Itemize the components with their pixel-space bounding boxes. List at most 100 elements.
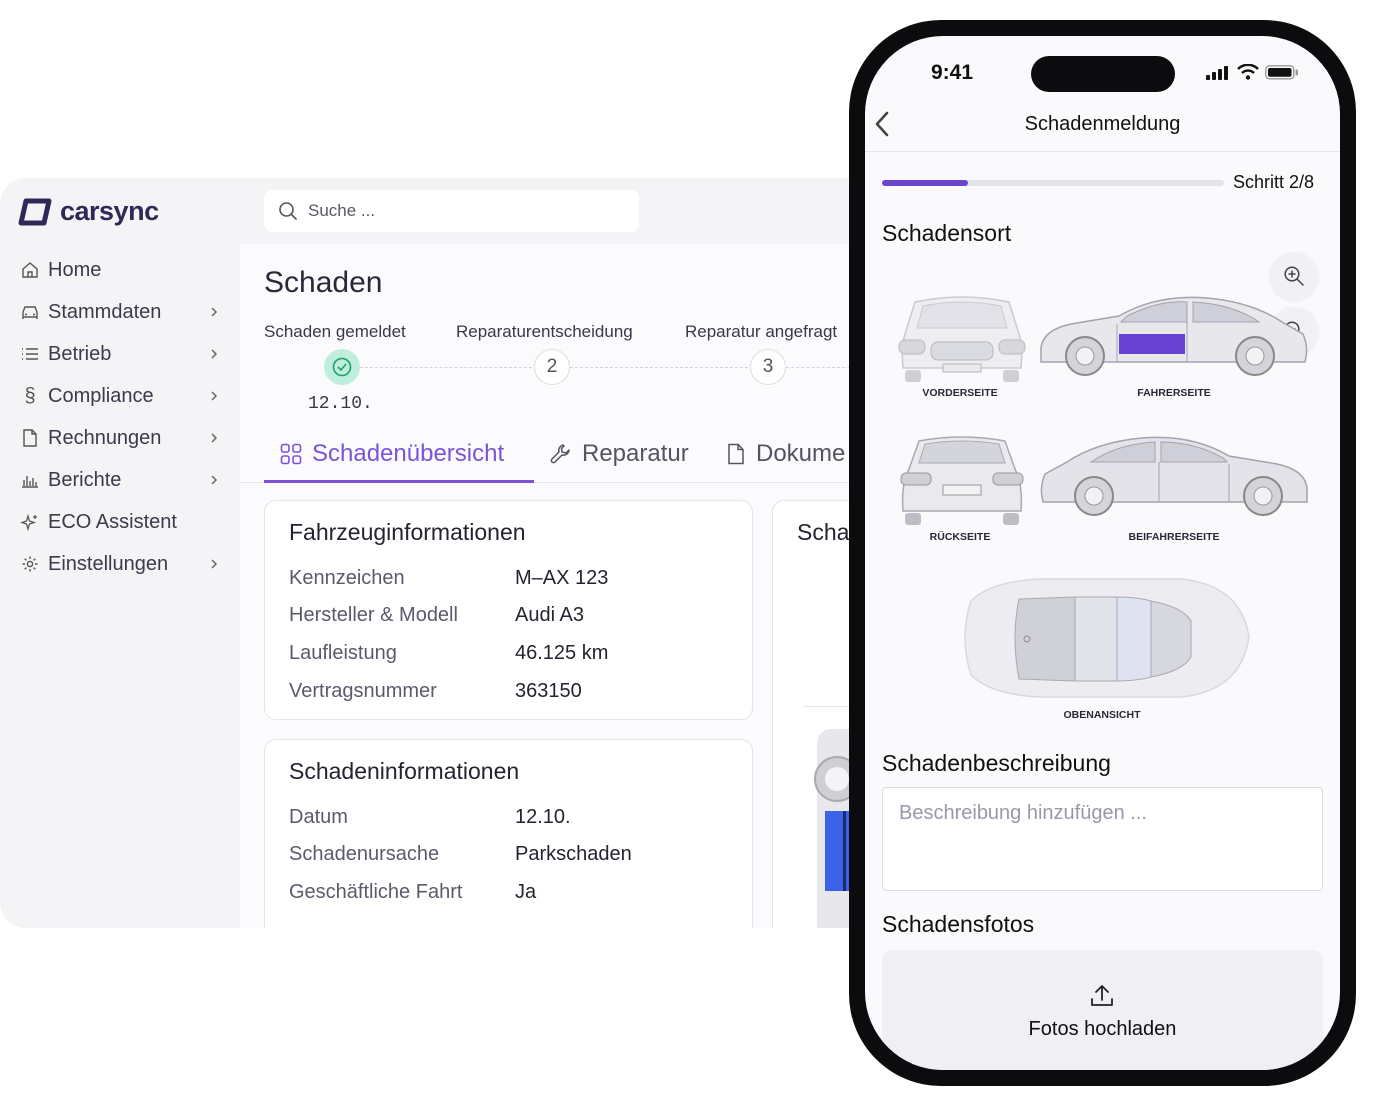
sidebar-item-label: ECO Assistent [48, 510, 177, 533]
divider [865, 151, 1340, 152]
chevron-right-icon [211, 391, 218, 401]
sidebar-item-einstellungen[interactable]: Einstellungen [20, 549, 220, 579]
step-marker-2: 2 [534, 349, 570, 385]
car-icon [20, 302, 40, 322]
sidebar-item-eco-assistent[interactable]: ECO Assistent [20, 507, 220, 537]
wrench-icon [550, 444, 570, 464]
info-label: Laufleistung [289, 642, 397, 664]
gear-icon [20, 554, 40, 574]
phone-screen: 9:41 Schadenmeldung Schritt 2/8 Schadens… [865, 36, 1340, 1070]
sidebar-item-stammdaten[interactable]: Stammdaten [20, 297, 220, 327]
chevron-right-icon [211, 349, 218, 359]
chevron-right-icon [211, 433, 218, 443]
chevron-right-icon [211, 307, 218, 317]
info-value: 363150 [515, 680, 582, 702]
info-label: Kennzeichen [289, 567, 405, 589]
sidebar-item-label: Compliance [48, 384, 154, 407]
sidebar-item-label: Betrieb [48, 342, 112, 365]
sidebar-item-berichte[interactable]: Berichte [20, 465, 220, 495]
sidebar-item-label: Rechnungen [48, 426, 162, 449]
info-value: 12.10. [515, 806, 571, 828]
tab-label: Schadenübersicht [312, 440, 505, 467]
sidebar-item-label: Home [48, 258, 102, 281]
info-label: Schadenursache [289, 843, 440, 865]
section-heading: Schadensfotos [882, 911, 1035, 937]
info-value: M–AX 123 [515, 567, 609, 589]
upload-icon [1091, 985, 1113, 1006]
step-progress-fill [882, 180, 968, 186]
bar-chart-icon [20, 470, 40, 490]
check-circle-icon [332, 357, 352, 377]
sparkle-icon [20, 512, 40, 532]
sidebar-item-rechnungen[interactable]: Rechnungen [20, 423, 220, 453]
phone-frame: 9:41 Schadenmeldung Schritt 2/8 Schadens… [849, 20, 1356, 1086]
view-label: OBENANSICHT [1063, 709, 1141, 721]
page-title: Schaden [264, 266, 383, 299]
desktop-app: carsync Home Stammdaten Betrieb § Compli… [0, 178, 870, 928]
chevron-right-icon [211, 559, 218, 569]
dynamic-island [1031, 56, 1175, 92]
sidebar-item-betrieb[interactable]: Betrieb [20, 339, 220, 369]
tab-label: Dokume [756, 440, 846, 467]
car-passenger-side-view[interactable] [1037, 426, 1312, 526]
list-icon [20, 344, 40, 364]
grid-icon [280, 443, 302, 465]
description-box[interactable] [882, 787, 1323, 891]
document-icon [20, 428, 40, 448]
signal-icon [1206, 66, 1228, 80]
step-label-1: Schaden gemeldet [264, 322, 406, 341]
document-icon [728, 443, 744, 465]
search-icon [279, 202, 297, 220]
zoom-in-icon [1284, 266, 1304, 286]
car-rear-view[interactable] [895, 429, 1029, 529]
step-label-3: Reparatur angefragt [685, 322, 838, 341]
sidebar-item-label: Stammdaten [48, 300, 162, 323]
step-connector [360, 367, 532, 368]
phone-nav-title: Schadenmeldung [1024, 113, 1181, 135]
info-label: Datum [289, 806, 348, 828]
sidebar-item-compliance[interactable]: § Compliance [20, 381, 220, 411]
sidebar-item-label: Einstellungen [48, 552, 169, 575]
step-marker-3: 3 [750, 349, 786, 385]
wifi-icon [1237, 64, 1259, 80]
view-label: BEIFAHRERSEITE [1128, 531, 1220, 543]
info-value: Parkschaden [515, 843, 632, 865]
battery-icon [1265, 65, 1298, 80]
home-icon [20, 260, 40, 280]
sidebar-item-home[interactable]: Home [20, 255, 220, 285]
search-box[interactable] [264, 190, 639, 232]
tab-reparatur[interactable]: Reparatur [550, 440, 689, 468]
info-value: 46.125 km [515, 642, 609, 664]
paragraph-icon: § [24, 384, 36, 407]
section-heading: Schadensort [882, 220, 1012, 246]
card-title: Scha [797, 519, 850, 545]
tab-dokumente[interactable]: Dokume [726, 440, 845, 468]
card-title: Schadeninformationen [289, 758, 520, 784]
info-value: Ja [515, 881, 537, 903]
car-driver-side-view[interactable] [1037, 286, 1312, 386]
vehicle-info-card: Fahrzeuginformationen Kennzeichen M–AX 1… [264, 500, 753, 720]
step-date: 12.10. [308, 394, 373, 414]
info-label: Hersteller & Modell [289, 604, 458, 626]
brand-logo[interactable]: carsync [18, 196, 159, 227]
description-input[interactable] [899, 802, 1299, 872]
step-connector [570, 367, 748, 368]
step-label-2: Reparaturentscheidung [456, 322, 633, 341]
upload-photos-button[interactable]: Fotos hochladen [882, 950, 1323, 1070]
info-label: Geschäftliche Fahrt [289, 881, 463, 903]
tab-label: Reparatur [582, 440, 689, 467]
car-top-view[interactable] [951, 571, 1255, 706]
sidebar-item-label: Berichte [48, 468, 122, 491]
step-counter: Schritt 2/8 [1233, 172, 1315, 192]
card-title: Fahrzeuginformationen [289, 519, 526, 545]
step-done-marker [324, 349, 360, 385]
section-heading: Schadenbeschreibung [882, 750, 1111, 776]
main-content: Schaden Schaden gemeldet Reparaturentsch… [240, 244, 870, 928]
tab-schadenuebersicht[interactable]: Schadenübersicht [280, 440, 504, 468]
car-front-view[interactable] [895, 286, 1029, 386]
view-label: VORDERSEITE [922, 387, 998, 399]
chevron-right-icon [211, 475, 218, 485]
step-progress-bar [882, 180, 1224, 186]
info-label: Vertragsnummer [289, 680, 437, 702]
search-input[interactable] [308, 201, 608, 221]
